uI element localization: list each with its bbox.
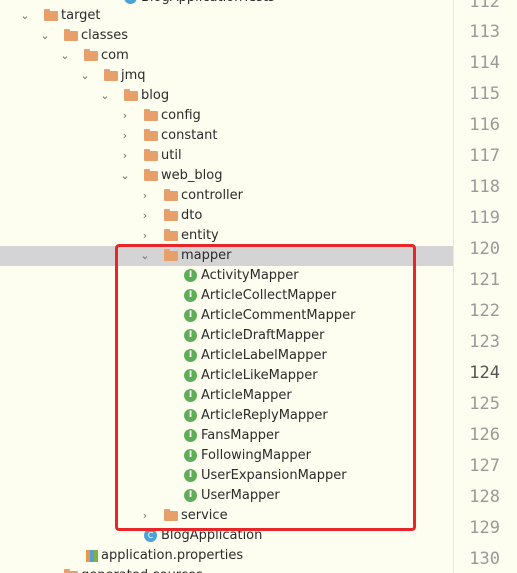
chevron-down-icon[interactable]: ⌄ (80, 66, 90, 86)
folder-icon (64, 29, 78, 41)
tree-label: com (101, 48, 129, 63)
properties-file-icon (86, 550, 98, 562)
tree-label: controller (181, 188, 244, 203)
line-number: 118 (469, 177, 500, 197)
line-number: 126 (469, 425, 500, 445)
folder-icon (164, 229, 178, 241)
folder-icon (144, 109, 158, 121)
tree-label: classes (81, 28, 129, 43)
chevron-right-icon[interactable]: › (140, 186, 150, 206)
line-number: 122 (469, 301, 500, 321)
line-number-gutter: 112 113 114 115 116 117 118 119 120 121 … (453, 0, 517, 573)
chevron-down-icon[interactable]: ⌄ (40, 566, 50, 573)
chevron-down-icon[interactable]: ⌄ (20, 6, 30, 26)
chevron-down-icon[interactable]: ⌄ (120, 166, 130, 186)
line-number: 116 (469, 115, 500, 135)
line-number: 128 (469, 487, 500, 507)
tree-label: application.properties (101, 548, 244, 563)
chevron-down-icon[interactable]: ⌄ (100, 86, 110, 106)
line-number: 125 (469, 394, 500, 414)
line-number: 127 (469, 456, 500, 476)
folder-icon (84, 49, 98, 61)
line-number: 120 (469, 239, 500, 259)
chevron-right-icon[interactable]: › (140, 226, 150, 246)
chevron-right-icon[interactable]: › (140, 206, 150, 226)
project-tree: C BlogApplicationTests ⌄ target ⌄ classe… (0, 0, 453, 573)
line-number: 129 (469, 518, 500, 538)
folder-icon (164, 209, 178, 221)
tree-row-config[interactable]: › config (0, 106, 453, 126)
tree-row-blog[interactable]: ⌄ blog (0, 86, 453, 106)
tree-label: jmq (121, 68, 146, 83)
chevron-right-icon[interactable]: › (120, 126, 130, 146)
line-number: 117 (469, 146, 500, 166)
line-number: 113 (469, 22, 500, 42)
line-number-current: 124 (469, 363, 500, 383)
line-number: 114 (469, 53, 500, 73)
tree-row-dto[interactable]: › dto (0, 206, 453, 226)
tree-row-generated-sources[interactable]: ⌄ generated-sources (0, 566, 453, 573)
tree-row-application-properties[interactable]: application.properties (0, 546, 453, 566)
tree-label: config (161, 108, 201, 123)
folder-icon (104, 69, 118, 81)
class-icon: C (124, 0, 137, 4)
line-number: 121 (469, 270, 500, 290)
annotation-highlight-box (115, 244, 416, 531)
tree-row-classes[interactable]: ⌄ classes (0, 26, 453, 46)
line-number: 119 (469, 208, 500, 228)
folder-icon (44, 9, 58, 21)
tree-row-web-blog[interactable]: ⌄ web_blog (0, 166, 453, 186)
line-number: 123 (469, 332, 500, 352)
folder-icon (144, 129, 158, 141)
tree-label: web_blog (161, 168, 223, 183)
folder-icon (144, 169, 158, 181)
line-number: 112 (469, 0, 500, 12)
tree-label: blog (141, 88, 170, 103)
folder-icon (124, 89, 138, 101)
folder-icon (164, 189, 178, 201)
chevron-right-icon[interactable]: › (120, 146, 130, 166)
tree-label: entity (181, 228, 219, 243)
tree-label: target (61, 8, 101, 23)
tree-label: constant (161, 128, 218, 143)
tree-row-com[interactable]: ⌄ com (0, 46, 453, 66)
chevron-right-icon[interactable]: › (120, 106, 130, 126)
tree-row-util[interactable]: › util (0, 146, 453, 166)
tree-row-target[interactable]: ⌄ target (0, 6, 453, 26)
line-number: 115 (469, 84, 500, 104)
tree-label: generated-sources (81, 566, 203, 573)
tree-label: util (161, 148, 182, 163)
tree-row-controller[interactable]: › controller (0, 186, 453, 206)
line-number: 130 (469, 549, 500, 569)
tree-row-entity[interactable]: › entity (0, 226, 453, 246)
tree-label: dto (181, 208, 203, 223)
chevron-down-icon[interactable]: ⌄ (40, 26, 50, 46)
chevron-down-icon[interactable]: ⌄ (60, 46, 70, 66)
tree-row-constant[interactable]: › constant (0, 126, 453, 146)
tree-row-jmq[interactable]: ⌄ jmq (0, 66, 453, 86)
folder-icon (144, 149, 158, 161)
